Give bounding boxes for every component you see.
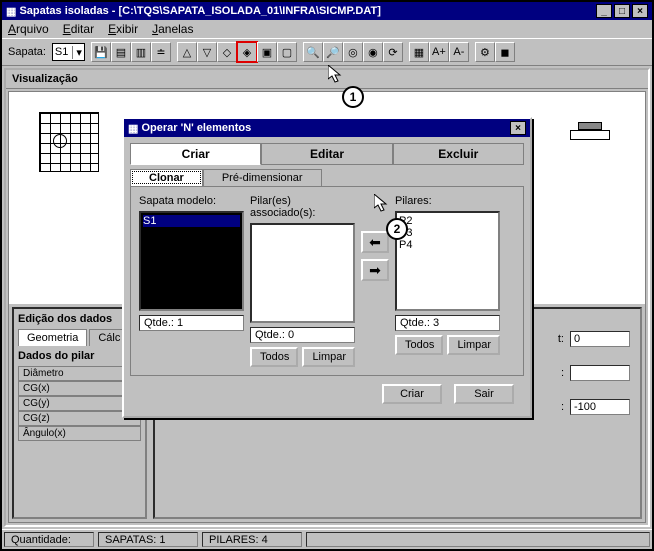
pilares-label: Pilares: xyxy=(395,195,500,207)
tool-btn-6[interactable]: ▽ xyxy=(197,42,217,62)
tool-btn-10[interactable]: ▢ xyxy=(277,42,297,62)
sapata-select-value: S1 xyxy=(55,46,68,58)
zoom-refresh-icon[interactable]: ⟳ xyxy=(383,42,403,62)
tool-btn-4[interactable]: ≐ xyxy=(151,42,171,62)
font-inc-icon[interactable]: A+ xyxy=(429,42,449,62)
pilares-todos-button[interactable]: Todos xyxy=(395,335,443,355)
dialog-footer: Criar Sair xyxy=(130,376,524,410)
sapata-select[interactable]: S1 ▾ xyxy=(52,43,85,61)
field3-label: : xyxy=(561,401,564,413)
modelo-listbox[interactable]: S1 xyxy=(139,211,244,311)
zoom-in-icon[interactable]: 🔍 xyxy=(303,42,323,62)
tool-btn-7[interactable]: ◇ xyxy=(217,42,237,62)
tool-operate-n-icon[interactable]: ◈ xyxy=(237,42,257,62)
field1-label: t: xyxy=(558,333,564,345)
tab-geometria[interactable]: Geometria xyxy=(18,329,87,346)
clonar-panel: Sapata modelo: S1 Qtde.: 1 Pilar(es) ass… xyxy=(130,186,524,376)
dialog-close-button[interactable]: × xyxy=(510,121,526,135)
list-item[interactable]: S1 xyxy=(143,215,240,227)
modelo-label: Sapata modelo: xyxy=(139,195,244,207)
subtab-clonar[interactable]: Clonar xyxy=(130,169,203,186)
tool-btn-2[interactable]: ▤ xyxy=(111,42,131,62)
dialog-titlebar: ▦ Operar 'N' elementos × xyxy=(124,119,530,137)
list-item[interactable]: P2 xyxy=(399,215,496,227)
window-title: Sapatas isoladas - [C:\TQS\SAPATA_ISOLAD… xyxy=(19,5,594,17)
modelo-qtde: Qtde.: 1 xyxy=(139,315,244,331)
callout-2: 2 xyxy=(386,218,408,240)
menubar: Arquivo Editar Exibir Janelas xyxy=(2,20,652,38)
tab-editar[interactable]: Editar xyxy=(261,143,392,165)
criar-button[interactable]: Criar xyxy=(382,384,442,404)
assoc-qtde: Qtde.: 0 xyxy=(250,327,355,343)
zoom-fit-icon[interactable]: ◎ xyxy=(343,42,363,62)
field3-input[interactable] xyxy=(570,399,630,415)
callout-1: 1 xyxy=(342,86,364,108)
pilares-limpar-button[interactable]: Limpar xyxy=(447,335,500,355)
dialog-icon: ▦ xyxy=(128,122,141,135)
titlebar: ▦ Sapatas isoladas - [C:\TQS\SAPATA_ISOL… xyxy=(2,2,652,20)
tool-btn-9[interactable]: ▣ xyxy=(257,42,277,62)
subtab-pre[interactable]: Pré-dimensionar xyxy=(203,169,322,186)
assoc-label: Pilar(es) associado(s): xyxy=(250,195,355,219)
status-qty-label: Quantidade: xyxy=(4,532,94,547)
close-button[interactable]: × xyxy=(632,4,648,18)
field2-input[interactable] xyxy=(570,365,630,381)
tool-btn-3[interactable]: ▥ xyxy=(131,42,151,62)
assoc-todos-button[interactable]: Todos xyxy=(250,347,298,367)
dialog-body: Criar Editar Excluir Clonar Pré-dimensio… xyxy=(124,137,530,416)
toolbar: Sapata: S1 ▾ 💾 ▤ ▥ ≐ △ ▽ ◇ ◈ ▣ ▢ 🔍 🔎 ◎ ◉… xyxy=(2,38,652,66)
zoom-window-icon[interactable]: ◉ xyxy=(363,42,383,62)
viz-header: Visualização xyxy=(6,70,648,89)
field2-label: : xyxy=(561,367,564,379)
status-pilares: PILARES: 4 xyxy=(202,532,302,547)
tool-stop-icon[interactable]: ◼ xyxy=(495,42,515,62)
statusbar: Quantidade: SAPATAS: 1 PILARES: 4 xyxy=(2,529,652,549)
menu-windows[interactable]: Janelas xyxy=(152,22,193,36)
sapata-label: Sapata: xyxy=(8,46,46,58)
viz-section-icon xyxy=(565,122,615,172)
tool-settings-icon[interactable]: ⚙ xyxy=(475,42,495,62)
assoc-listbox[interactable] xyxy=(250,223,355,323)
font-dec-icon[interactable]: A- xyxy=(449,42,469,62)
field1-input[interactable] xyxy=(570,331,630,347)
maximize-button[interactable]: □ xyxy=(614,4,630,18)
status-sapatas: SAPATAS: 1 xyxy=(98,532,198,547)
menu-edit[interactable]: Editar xyxy=(63,22,94,36)
tool-save-icon[interactable]: 💾 xyxy=(91,42,111,62)
row-angulo[interactable]: Ângulo(x) xyxy=(18,426,141,441)
minimize-button[interactable]: _ xyxy=(596,4,612,18)
move-right-button[interactable]: ➡ xyxy=(361,259,389,281)
app-icon: ▦ xyxy=(6,5,19,18)
sair-button[interactable]: Sair xyxy=(454,384,514,404)
pilares-listbox[interactable]: P2 P3 P4 xyxy=(395,211,500,311)
list-item[interactable]: P3 xyxy=(399,227,496,239)
tool-grid-icon[interactable]: ▦ xyxy=(409,42,429,62)
list-item[interactable]: P4 xyxy=(399,239,496,251)
dialog-operate-n: ▦ Operar 'N' elementos × Criar Editar Ex… xyxy=(122,117,532,418)
tab-excluir[interactable]: Excluir xyxy=(393,143,524,165)
zoom-out-icon[interactable]: 🔎 xyxy=(323,42,343,62)
menu-file[interactable]: Arquivo xyxy=(8,22,49,36)
assoc-limpar-button[interactable]: Limpar xyxy=(302,347,355,367)
dialog-title: Operar 'N' elementos xyxy=(141,122,508,134)
tool-btn-5[interactable]: △ xyxy=(177,42,197,62)
viz-sapata-icon xyxy=(39,112,107,180)
status-spacer xyxy=(306,532,650,547)
chevron-down-icon: ▾ xyxy=(72,46,82,59)
move-left-button[interactable]: ⬅ xyxy=(361,231,389,253)
app-window: ▦ Sapatas isoladas - [C:\TQS\SAPATA_ISOL… xyxy=(0,0,654,551)
menu-view[interactable]: Exibir xyxy=(108,22,138,36)
pilares-qtde: Qtde.: 3 xyxy=(395,315,500,331)
tab-criar[interactable]: Criar xyxy=(130,143,261,165)
